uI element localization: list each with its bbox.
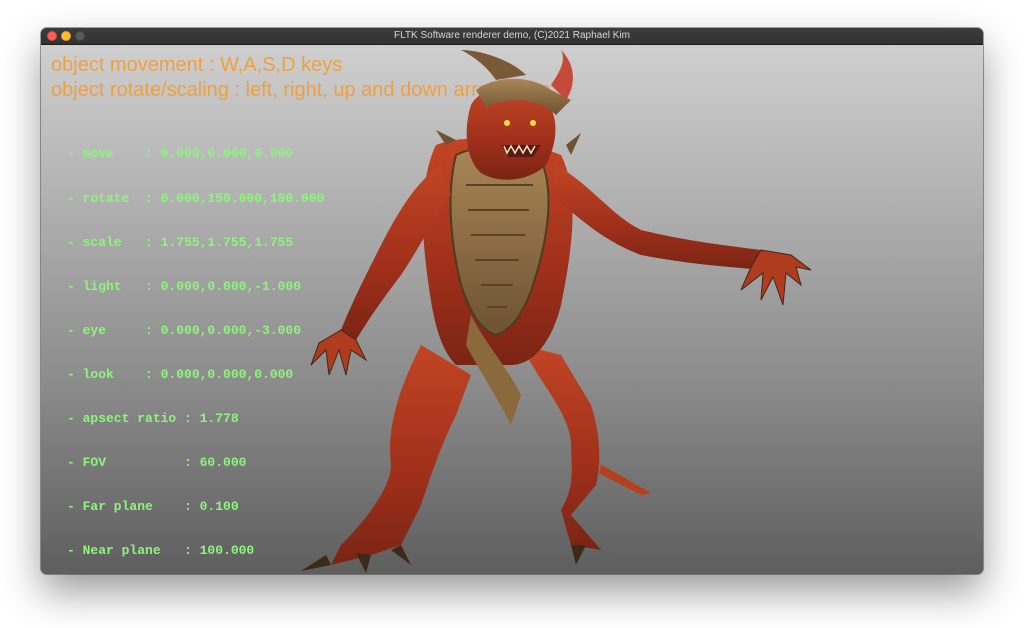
app-window: FLTK Software renderer demo, (C)2021 Rap… — [41, 28, 983, 574]
stat-aspect-ratio: - apsect ratio : 1.778 — [67, 411, 239, 427]
tail — [599, 465, 651, 495]
stat-look: - look : 0.000,0.000,0.000 — [67, 366, 294, 382]
demon-model — [301, 50, 812, 573]
eye-left — [504, 120, 510, 126]
left-leg — [331, 345, 471, 565]
stat-eye: - eye : 0.000,0.000,-3.000 — [67, 322, 302, 338]
title-bar[interactable]: FLTK Software renderer demo, (C)2021 Rap… — [41, 28, 983, 45]
stat-light: - light : 0.000,0.000,-1.000 — [67, 278, 302, 294]
horn — [461, 50, 526, 80]
right-leg — [521, 345, 601, 550]
stat-fov: - FOV : 60.000 — [67, 455, 247, 471]
stats-panel: - move : 0.000,0.000,0.000 - rotate : 0.… — [67, 118, 324, 574]
eye-right — [530, 120, 536, 126]
window-title: FLTK Software renderer demo, (C)2021 Rap… — [393, 30, 631, 41]
stat-rotate: - rotate : 0.000,150.000,180.000 — [67, 190, 325, 206]
stat-scale: - scale : 1.755,1.755,1.755 — [67, 234, 294, 250]
stat-near-plane: - Near plane : 100.000 — [67, 543, 255, 559]
desktop: FLTK Software renderer demo, (C)2021 Rap… — [0, 0, 1024, 628]
stat-far-plane: - Far plane : 0.100 — [67, 499, 239, 515]
right-arm — [551, 165, 766, 270]
stat-move: - move : 0.000,0.000,0.000 — [67, 146, 294, 162]
render-viewport[interactable]: object movement : W,A,S,D keys object ro… — [41, 45, 983, 574]
